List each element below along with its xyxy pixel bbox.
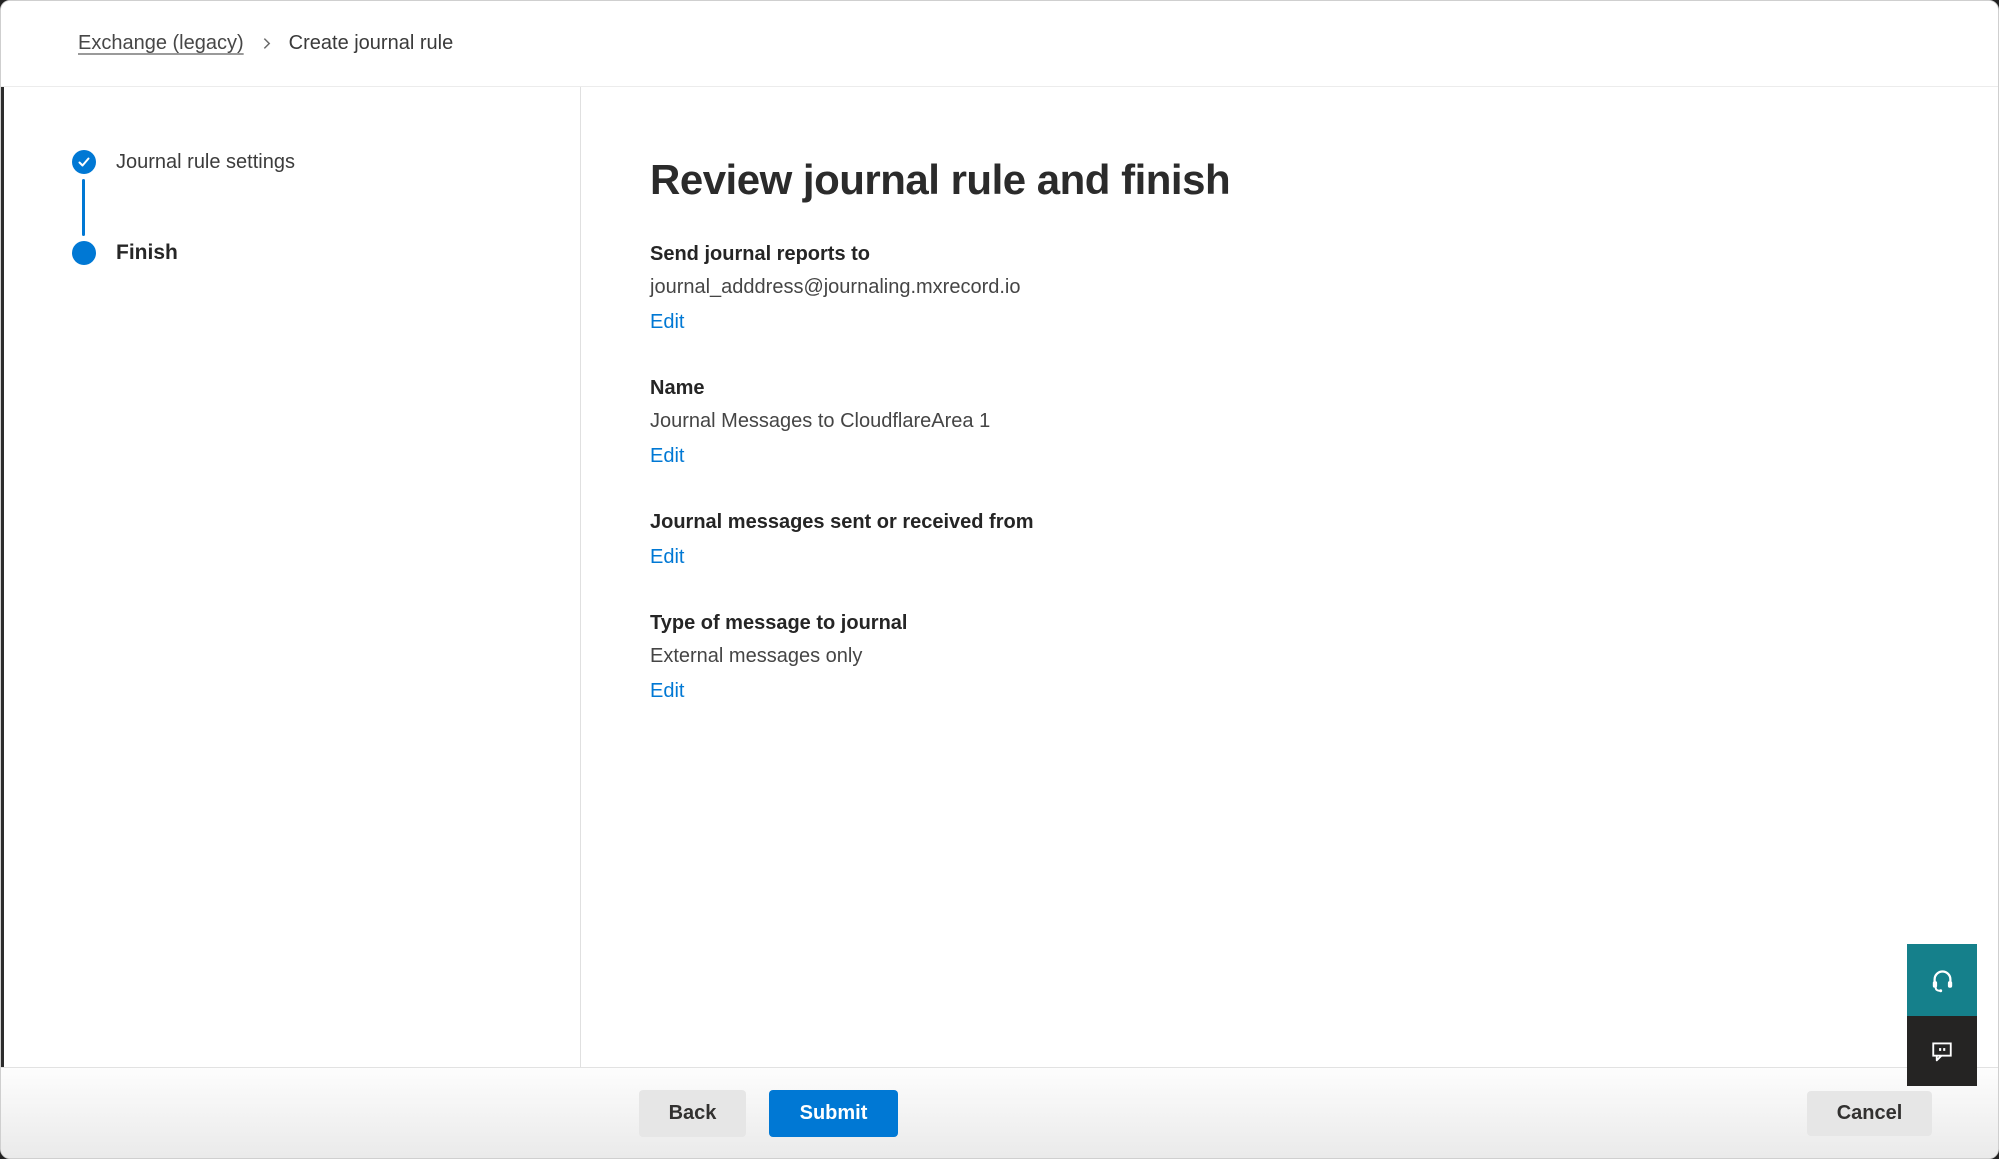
- step-journal-rule-settings[interactable]: Journal rule settings: [72, 150, 580, 174]
- section-label: Name: [650, 373, 1958, 403]
- step-current-dot-icon: [72, 241, 96, 265]
- feedback-icon: [1928, 1037, 1956, 1065]
- section-journal-messages-from: Journal messages sent or received from E…: [650, 507, 1958, 572]
- section-label: Journal messages sent or received from: [650, 507, 1958, 537]
- journal-report-address-value: journal_adddress@journaling.mxrecord.io: [650, 272, 1958, 302]
- message-type-value: External messages only: [650, 641, 1958, 671]
- section-message-type: Type of message to journal External mess…: [650, 608, 1958, 706]
- feedback-button[interactable]: [1907, 1016, 1977, 1086]
- step-label: Journal rule settings: [116, 151, 295, 174]
- step-completed-check-icon: [72, 150, 96, 174]
- step-connector-line: [82, 179, 85, 236]
- edit-name-link[interactable]: Edit: [650, 441, 684, 471]
- step-finish[interactable]: Finish: [72, 241, 580, 265]
- chevron-right-icon: [260, 37, 273, 50]
- edit-messages-from-link[interactable]: Edit: [650, 542, 684, 572]
- review-panel: Review journal rule and finish Send jour…: [581, 87, 1998, 1067]
- breadcrumb-current-page: Create journal rule: [289, 32, 454, 55]
- left-edge-divider: [1, 87, 4, 1067]
- footer-action-bar: Back Submit Cancel: [1, 1067, 1998, 1158]
- edit-send-reports-link[interactable]: Edit: [650, 307, 684, 337]
- wizard-step-rail: Journal rule settings Finish: [1, 87, 581, 1067]
- rule-name-value: Journal Messages to CloudflareArea 1: [650, 406, 1958, 436]
- create-journal-rule-wizard-window: Exchange (legacy) Create journal rule Jo…: [0, 0, 1999, 1159]
- section-name: Name Journal Messages to CloudflareArea …: [650, 373, 1958, 471]
- section-label: Send journal reports to: [650, 239, 1958, 269]
- step-label: Finish: [116, 241, 178, 265]
- help-button[interactable]: [1907, 944, 1977, 1016]
- content-area: Journal rule settings Finish Review jour…: [1, 87, 1998, 1067]
- breadcrumb-exchange-legacy-link[interactable]: Exchange (legacy): [78, 32, 244, 55]
- back-button[interactable]: Back: [639, 1090, 746, 1137]
- section-label: Type of message to journal: [650, 608, 1958, 638]
- edit-message-type-link[interactable]: Edit: [650, 676, 684, 706]
- header-bar: Exchange (legacy) Create journal rule: [1, 1, 1998, 87]
- page-title: Review journal rule and finish: [650, 152, 1958, 208]
- footer-primary-group: Back Submit: [639, 1090, 898, 1137]
- breadcrumb: Exchange (legacy) Create journal rule: [78, 32, 453, 55]
- section-send-journal-reports-to: Send journal reports to journal_adddress…: [650, 239, 1958, 337]
- headset-icon: [1929, 967, 1956, 994]
- submit-button[interactable]: Submit: [769, 1090, 898, 1137]
- cancel-button[interactable]: Cancel: [1807, 1091, 1932, 1136]
